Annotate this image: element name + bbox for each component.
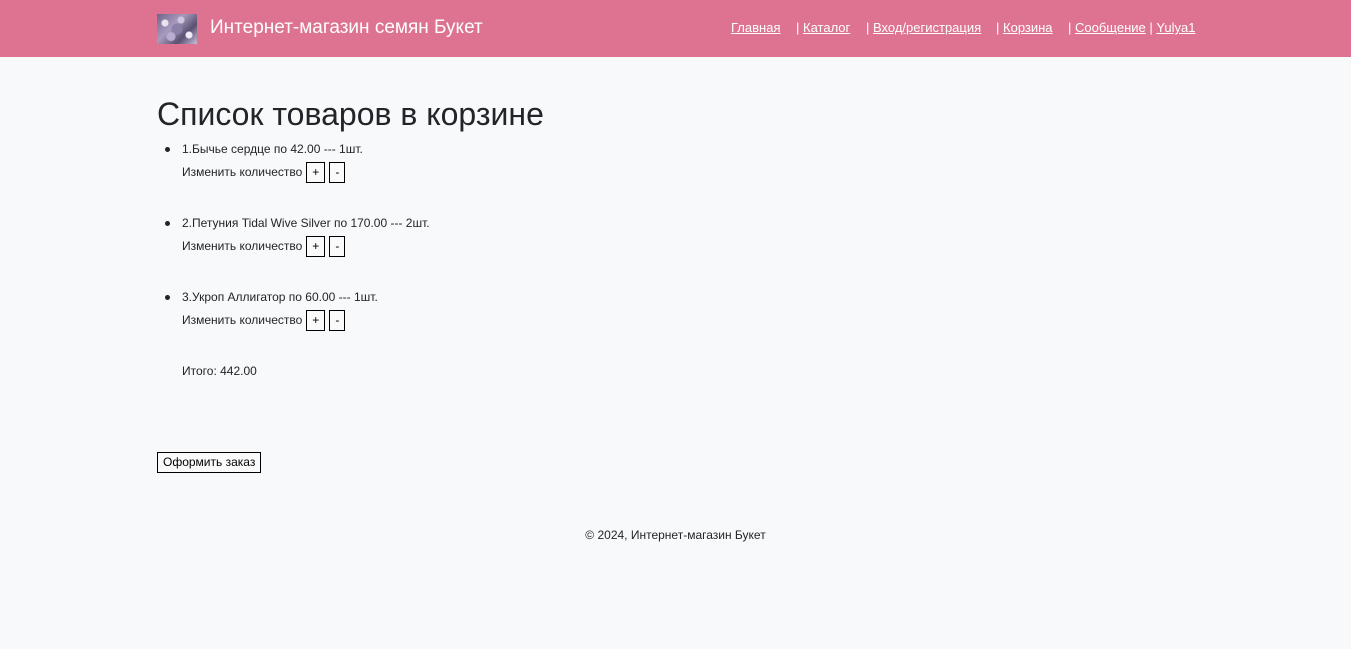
decrease-quantity-button[interactable]: -: [329, 161, 346, 183]
nav-item-messages: | Сообщение | Yulya1: [1068, 20, 1195, 36]
page-title: Список товаров в корзине: [157, 96, 544, 132]
top-navbar: Интернет-магазин семян Букет Главная | К…: [0, 0, 1351, 57]
quantity-label: Изменить количество: [182, 165, 303, 179]
list-bullet: [165, 295, 170, 300]
brand-title[interactable]: Интернет-магазин семян Букет: [210, 17, 483, 39]
footer-copyright: © 2024, Интернет-магазин Букет: [585, 528, 766, 542]
nav-separator: |: [866, 20, 870, 35]
cart-total: Итого: 442.00: [182, 364, 257, 378]
quantity-label: Изменить количество: [182, 313, 303, 327]
cart-item: 3.Укроп Аллигатор по 60.00 --- 1шт. Изме…: [157, 289, 430, 363]
cart-item-text: 3.Укроп Аллигатор по 60.00 --- 1шт.: [182, 290, 378, 304]
list-bullet: [165, 147, 170, 152]
cart-items-list: 1.Бычье сердце по 42.00 --- 1шт. Изменит…: [157, 141, 430, 363]
nav-item-login: | Вход/регистрация: [866, 20, 981, 36]
nav-separator: |: [1149, 20, 1153, 35]
nav-item-catalog: | Каталог: [796, 20, 850, 36]
list-bullet: [165, 221, 170, 226]
increase-quantity-button[interactable]: +: [306, 161, 326, 183]
brand-logo-image[interactable]: [157, 14, 197, 44]
quantity-label: Изменить количество: [182, 239, 303, 253]
increase-quantity-button[interactable]: +: [306, 309, 326, 331]
nav-link-cart[interactable]: Корзина: [1003, 20, 1053, 35]
nav-separator: |: [996, 20, 1000, 35]
nav-item-cart: | Корзина: [996, 20, 1053, 36]
nav-link-catalog[interactable]: Каталог: [803, 20, 850, 35]
cart-item-text: 2.Петуния Tidal Wive Silver по 170.00 --…: [182, 216, 430, 230]
quantity-controls: Изменить количество + -: [182, 161, 430, 183]
quantity-controls: Изменить количество + -: [182, 309, 430, 331]
nav-separator: |: [1068, 20, 1072, 35]
cart-item-text: 1.Бычье сердце по 42.00 --- 1шт.: [182, 142, 363, 156]
decrease-quantity-button[interactable]: -: [329, 309, 346, 331]
nav-item-home: Главная: [731, 20, 780, 36]
checkout-button[interactable]: Оформить заказ: [157, 452, 262, 473]
increase-quantity-button[interactable]: +: [306, 235, 326, 257]
quantity-controls: Изменить количество + -: [182, 235, 430, 257]
nav-link-messages[interactable]: Сообщение: [1075, 20, 1146, 35]
nav-separator: |: [796, 20, 800, 35]
decrease-quantity-button[interactable]: -: [329, 235, 346, 257]
nav-link-home[interactable]: Главная: [731, 20, 780, 35]
nav-link-login[interactable]: Вход/регистрация: [873, 20, 981, 35]
cart-item: 1.Бычье сердце по 42.00 --- 1шт. Изменит…: [157, 141, 430, 215]
nav-link-user[interactable]: Yulya1: [1156, 20, 1195, 35]
cart-item: 2.Петуния Tidal Wive Silver по 170.00 --…: [157, 215, 430, 289]
